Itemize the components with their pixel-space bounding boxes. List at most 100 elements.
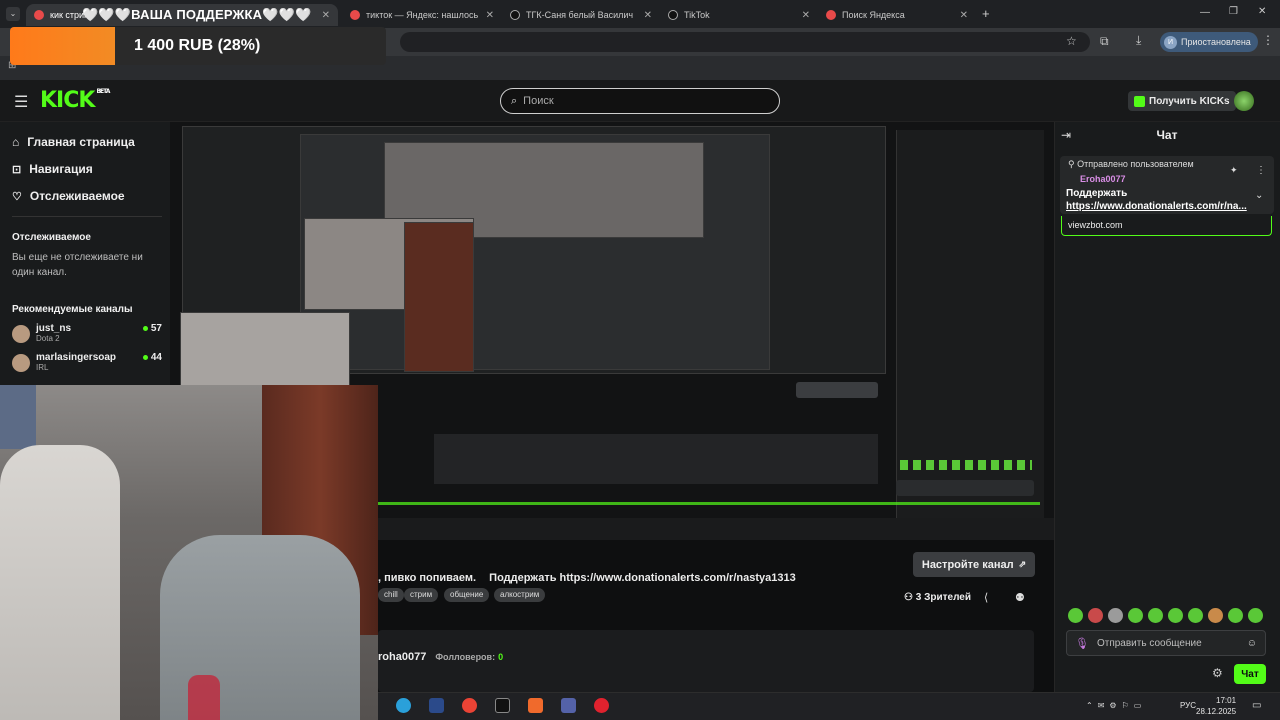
tab-search-button[interactable]: ⌄ xyxy=(6,7,20,21)
tag-chip[interactable]: chill xyxy=(378,588,404,602)
close-tab-icon[interactable]: ✕ xyxy=(802,10,810,21)
app-icon[interactable] xyxy=(495,698,510,713)
recommended-channel[interactable]: just_ns Dota 2 57 xyxy=(12,323,162,343)
setup-channel-button[interactable]: Настройте канал ⇗ xyxy=(913,552,1035,577)
profile-button[interactable]: И Приостановлена xyxy=(1160,32,1258,52)
can-object xyxy=(188,675,220,720)
get-kicks-button[interactable]: Получить KICKs xyxy=(1128,91,1236,111)
donation-amount: 1 400 RUB (28%) xyxy=(134,37,261,54)
donation-goal-bar: 1 400 RUB (28%) xyxy=(10,27,386,65)
sidebar-item-browse[interactable]: ⊡ Навигация xyxy=(12,162,93,176)
app-icon[interactable] xyxy=(429,698,444,713)
extensions-icon[interactable]: ⧉ xyxy=(1100,34,1109,49)
chevron-down-icon[interactable]: ⌄ xyxy=(1255,190,1263,201)
kick-logo[interactable]: KICK BETA xyxy=(40,88,110,113)
heart-icon: ♡ xyxy=(12,190,22,203)
external-link-icon: ⇗ xyxy=(1018,559,1027,569)
emote-icon[interactable] xyxy=(1088,608,1103,623)
unpin-icon[interactable]: ✦ xyxy=(1230,165,1238,176)
taskbar-clock[interactable]: 17:01 28.12.2025 xyxy=(1196,695,1236,717)
close-tab-icon[interactable]: ✕ xyxy=(960,10,968,21)
system-tray-icons[interactable]: ⌃✉⚙⚐▭ xyxy=(1086,701,1146,710)
language-indicator[interactable]: РУС xyxy=(1180,701,1196,710)
download-icon[interactable]: ⤓ xyxy=(1136,33,1141,48)
gear-icon[interactable]: ⚙ xyxy=(1212,666,1223,680)
tag-chip[interactable]: общение xyxy=(444,588,490,602)
emote-bar xyxy=(1068,608,1268,626)
url-field[interactable] xyxy=(400,32,1090,52)
tab-tiktok-profile[interactable]: ТГК-Саня белый Василич (@v ✕ xyxy=(502,4,660,26)
tab-tiktok[interactable]: TikTok ✕ xyxy=(660,4,818,26)
pinned-link[interactable]: https://www.donationalerts.com/r/na... xyxy=(1066,200,1251,213)
following-empty-text: Вы еще не отслеживаете ни один канал. xyxy=(12,252,143,278)
following-heading: Отслеживаемое xyxy=(12,232,91,243)
captured-setup-button xyxy=(796,382,878,398)
bookmark-star-icon[interactable]: ☆ xyxy=(1066,34,1077,48)
user-avatar[interactable] xyxy=(1234,91,1254,111)
pin-icon: ⚲ xyxy=(1068,159,1075,169)
person-left xyxy=(0,445,120,720)
telegram-icon[interactable] xyxy=(396,698,411,713)
tab-yandex-search[interactable]: Поиск Яндекса ✕ xyxy=(818,4,976,26)
brave-icon[interactable] xyxy=(528,698,543,713)
search-input[interactable]: ⌕ Поиск xyxy=(500,88,780,114)
restore-icon[interactable]: ❐ xyxy=(1229,6,1238,17)
pinned-by-label: ⚲ Отправлено пользователем xyxy=(1068,159,1194,169)
live-dot-icon xyxy=(142,355,148,360)
emote-icon[interactable] xyxy=(1148,608,1163,623)
chrome-icon[interactable] xyxy=(462,698,477,713)
avatar xyxy=(12,354,30,372)
browser-menu-icon[interactable]: ⋮ xyxy=(1262,33,1274,47)
close-tab-icon[interactable]: ✕ xyxy=(486,10,494,21)
send-chat-button[interactable]: Чат xyxy=(1234,664,1266,684)
yandex-favicon-icon xyxy=(34,10,44,20)
new-tab-button[interactable]: + xyxy=(982,6,990,21)
emote-icon[interactable] xyxy=(1188,608,1203,623)
menu-hamburger-icon[interactable]: ☰ xyxy=(14,92,28,112)
tiktok-favicon-icon xyxy=(668,10,678,20)
live-dot-icon xyxy=(142,326,148,331)
close-window-icon[interactable]: ✕ xyxy=(1258,6,1266,17)
compass-icon: ⊡ xyxy=(12,163,22,176)
sidebar-item-following[interactable]: ♡ Отслеживаемое xyxy=(12,189,125,203)
add-user-icon[interactable]: ⚉ xyxy=(1015,591,1025,604)
emote-icon[interactable] xyxy=(1068,608,1083,623)
emote-icon[interactable] xyxy=(1208,608,1223,623)
close-tab-icon[interactable]: ✕ xyxy=(644,10,652,21)
yandex-favicon-icon xyxy=(350,10,360,20)
recommended-channel[interactable]: marlasingersoap IRL 44 xyxy=(12,352,162,372)
kicks-icon xyxy=(1134,95,1145,107)
emoji-icon[interactable]: ☺ xyxy=(1247,638,1257,649)
opera-icon[interactable] xyxy=(594,698,609,713)
webcam-capture xyxy=(180,312,350,386)
app-icon[interactable] xyxy=(561,698,576,713)
captured-chat-input xyxy=(896,480,1034,496)
close-tab-icon[interactable]: ✕ xyxy=(322,10,330,21)
emote-icon[interactable] xyxy=(1108,608,1123,623)
emote-icon[interactable] xyxy=(1228,608,1243,623)
notification-icon[interactable]: ▭ xyxy=(1252,700,1261,711)
donation-link[interactable]: Поддержать https://www.donationalerts.co… xyxy=(489,572,796,584)
microphone-icon[interactable]: 🎙︎ xyxy=(1075,637,1089,650)
emote-icon[interactable] xyxy=(1128,608,1143,623)
sidebar-divider xyxy=(12,216,162,217)
stream-description: , пивко попиваем. Поддержать https://www… xyxy=(378,572,796,584)
curtain-capture xyxy=(404,222,474,372)
chat-message: viewzbot.com xyxy=(1061,216,1272,236)
tag-chip[interactable]: алкострим xyxy=(494,588,546,602)
tab-yandex-tiktok[interactable]: тикток — Яндекс: нашлось 2 м ✕ xyxy=(342,4,502,26)
viewers-icon: ⚇ xyxy=(904,592,913,603)
tag-chip[interactable]: стрим xyxy=(404,588,439,602)
pinned-menu-icon[interactable]: ⋮ xyxy=(1256,165,1266,176)
profile-avatar-icon: И xyxy=(1164,35,1177,49)
yandex-favicon-icon xyxy=(826,10,836,20)
emote-icon[interactable] xyxy=(1248,608,1263,623)
share-icon[interactable]: ⟨ xyxy=(984,591,988,604)
chat-input[interactable]: 🎙︎ Отправить сообщение ☺ xyxy=(1066,630,1266,656)
pinned-username[interactable]: Eroha0077 xyxy=(1080,174,1126,184)
emote-icon[interactable] xyxy=(1168,608,1183,623)
channel-name: roha0077 Фолловеров: 0 xyxy=(378,651,504,663)
minimize-icon[interactable]: — xyxy=(1200,7,1210,18)
viewer-count: 57 xyxy=(142,323,162,334)
sidebar-item-home[interactable]: ⌂ Главная страница xyxy=(12,135,135,149)
